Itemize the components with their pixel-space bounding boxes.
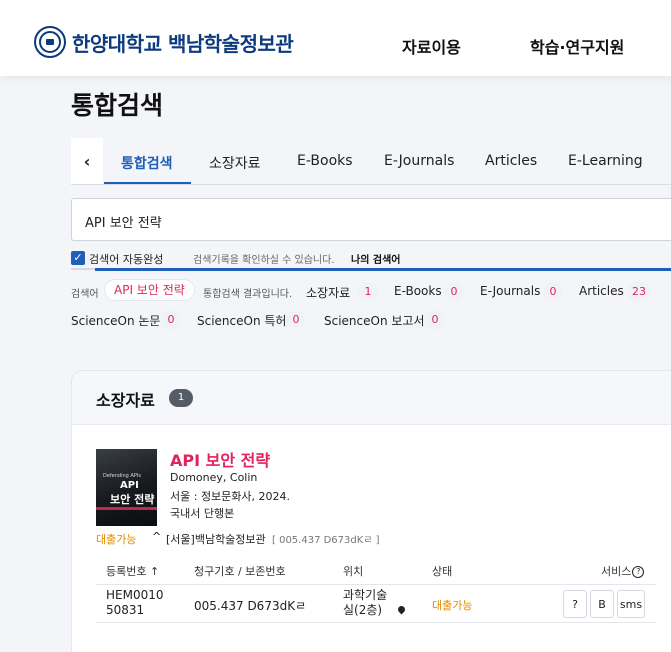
search-options: ✓ 검색어 자동완성 검색기록을 확인하실 수 있습니다. 나의 검색어 xyxy=(71,250,671,271)
tab-ebooks[interactable]: E-Books xyxy=(297,153,353,169)
result-count-scienceon-papers[interactable]: 0 xyxy=(161,310,181,330)
search-tabs: ‹ 통합검색 소장자료 E-Books E-Journals Articles … xyxy=(71,138,671,185)
holdings-card: 소장자료 1 Defending APIs API 보안 전략 API 보안 전… xyxy=(71,370,671,652)
tab-holdings[interactable]: 소장자료 xyxy=(209,153,261,173)
cell-reg-no: HEM0010 50831 xyxy=(106,588,164,617)
chevron-up-icon[interactable]: ^ xyxy=(152,530,161,543)
summary-prefix: 검색어 xyxy=(71,289,99,300)
holding-location: [서울]백남학술정보관 xyxy=(166,533,266,546)
cell-call-no: 005.437 D673dKㄹ xyxy=(194,599,307,613)
result-count-label-scienceon-papers[interactable]: ScienceOn 논문 xyxy=(71,312,160,329)
tab-elearning[interactable]: E-Learning xyxy=(568,153,643,169)
result-count-ejournals[interactable]: 0 xyxy=(543,282,563,302)
my-keywords-link[interactable]: 나의 검색어 xyxy=(351,251,400,266)
tab-articles[interactable]: Articles xyxy=(485,153,537,169)
results-summary-scienceon: ScienceOn 논문 0 ScienceOn 특허 0 ScienceOn … xyxy=(71,310,671,330)
help-icon[interactable]: ? xyxy=(632,566,645,578)
chevron-left-icon: ‹ xyxy=(83,151,91,171)
table-row: HEM0010 50831 005.437 D673dKㄹ 과학기술 실(2층)… xyxy=(96,585,656,623)
results-summary: 검색어 API 보안 전략 통합검색 결과입니다. 소장자료 1 E-Books… xyxy=(71,279,671,302)
book-author: Domoney, Colin xyxy=(170,471,258,484)
tab-ejournals[interactable]: E-Journals xyxy=(384,153,454,169)
tabs-prev-button[interactable]: ‹ xyxy=(71,138,103,184)
site-header: 한양대학교 백남학술정보관 자료이용 학습·연구지원 xyxy=(0,0,671,76)
nav-item-research-support[interactable]: 학습·연구지원 xyxy=(530,34,624,58)
result-count-label-scienceon-reports[interactable]: ScienceOn 보고서 xyxy=(324,312,425,329)
nav-item-resources[interactable]: 자료이용 xyxy=(402,34,461,58)
result-count-label-holdings[interactable]: 소장자료 xyxy=(306,284,350,301)
col-location: 위치 xyxy=(343,565,364,578)
holding-call-number: [ 005.437 D673dKㄹ ] xyxy=(272,535,380,546)
result-count-label-ejournals[interactable]: E-Journals xyxy=(480,284,540,298)
result-count-label-ebooks[interactable]: E-Books xyxy=(394,284,442,298)
search-input-value[interactable]: API 보안 전략 xyxy=(85,212,162,231)
result-count-label-articles[interactable]: Articles xyxy=(579,284,624,298)
book-type: 국내서 단행본 xyxy=(170,507,235,520)
result-count-scienceon-patents[interactable]: 0 xyxy=(286,310,306,330)
service-bookmark-button[interactable]: B xyxy=(590,590,614,618)
result-count-holdings[interactable]: 1 xyxy=(358,282,378,302)
book-title-link[interactable]: API 보안 전략 xyxy=(170,447,270,471)
tab-integrated-search[interactable]: 통합검색 xyxy=(121,153,173,173)
search-history-hint: 검색기록을 확인하실 수 있습니다. xyxy=(193,255,335,266)
result-count-label-scienceon-patents[interactable]: ScienceOn 특허 xyxy=(197,312,286,329)
cell-status: 대출가능 xyxy=(432,599,473,612)
col-call-no: 청구기호 / 보존번호 xyxy=(194,565,286,578)
university-seal-icon xyxy=(34,26,66,58)
active-tab-indicator xyxy=(104,182,191,184)
col-status: 상태 xyxy=(432,565,453,578)
autocomplete-label[interactable]: 검색어 자동완성 xyxy=(89,251,163,267)
holdings-count-badge: 1 xyxy=(169,389,193,407)
history-panel-bar xyxy=(95,268,671,271)
page-title: 통합검색 xyxy=(71,91,164,120)
result-count-ebooks[interactable]: 0 xyxy=(444,282,464,302)
autocomplete-checkbox[interactable]: ✓ xyxy=(71,251,85,265)
availability-status: 대출가능 xyxy=(96,533,137,546)
items-table-header: 등록번호 ↑ 청구기호 / 보존번호 위치 상태 서비스? xyxy=(96,555,656,585)
summary-keyword: API 보안 전략 xyxy=(104,279,195,301)
book-publisher: 서울 : 정보문화사, 2024. xyxy=(170,490,291,503)
result-count-scienceon-reports[interactable]: 0 xyxy=(425,310,445,330)
search-input[interactable]: API 보안 전략 xyxy=(71,198,671,241)
col-service: 서비스? xyxy=(601,563,645,579)
holdings-card-header: 소장자료 1 xyxy=(72,371,671,425)
result-count-articles[interactable]: 23 xyxy=(627,282,651,302)
summary-suffix: 통합검색 결과입니다. xyxy=(203,289,293,300)
service-help-button[interactable]: ? xyxy=(563,590,587,618)
book-cover-image[interactable]: Defending APIs API 보안 전략 xyxy=(96,449,157,526)
service-sms-button[interactable]: sms xyxy=(617,590,645,618)
site-logo[interactable]: 한양대학교 백남학술정보관 xyxy=(34,26,294,58)
holdings-title: 소장자료 xyxy=(96,391,155,410)
map-pin-icon[interactable] xyxy=(396,604,407,615)
cell-location[interactable]: 과학기술 실(2층) xyxy=(343,588,407,618)
logo-text: 한양대학교 백남학술정보관 xyxy=(72,31,294,56)
col-reg-no[interactable]: 등록번호 ↑ xyxy=(106,563,159,579)
